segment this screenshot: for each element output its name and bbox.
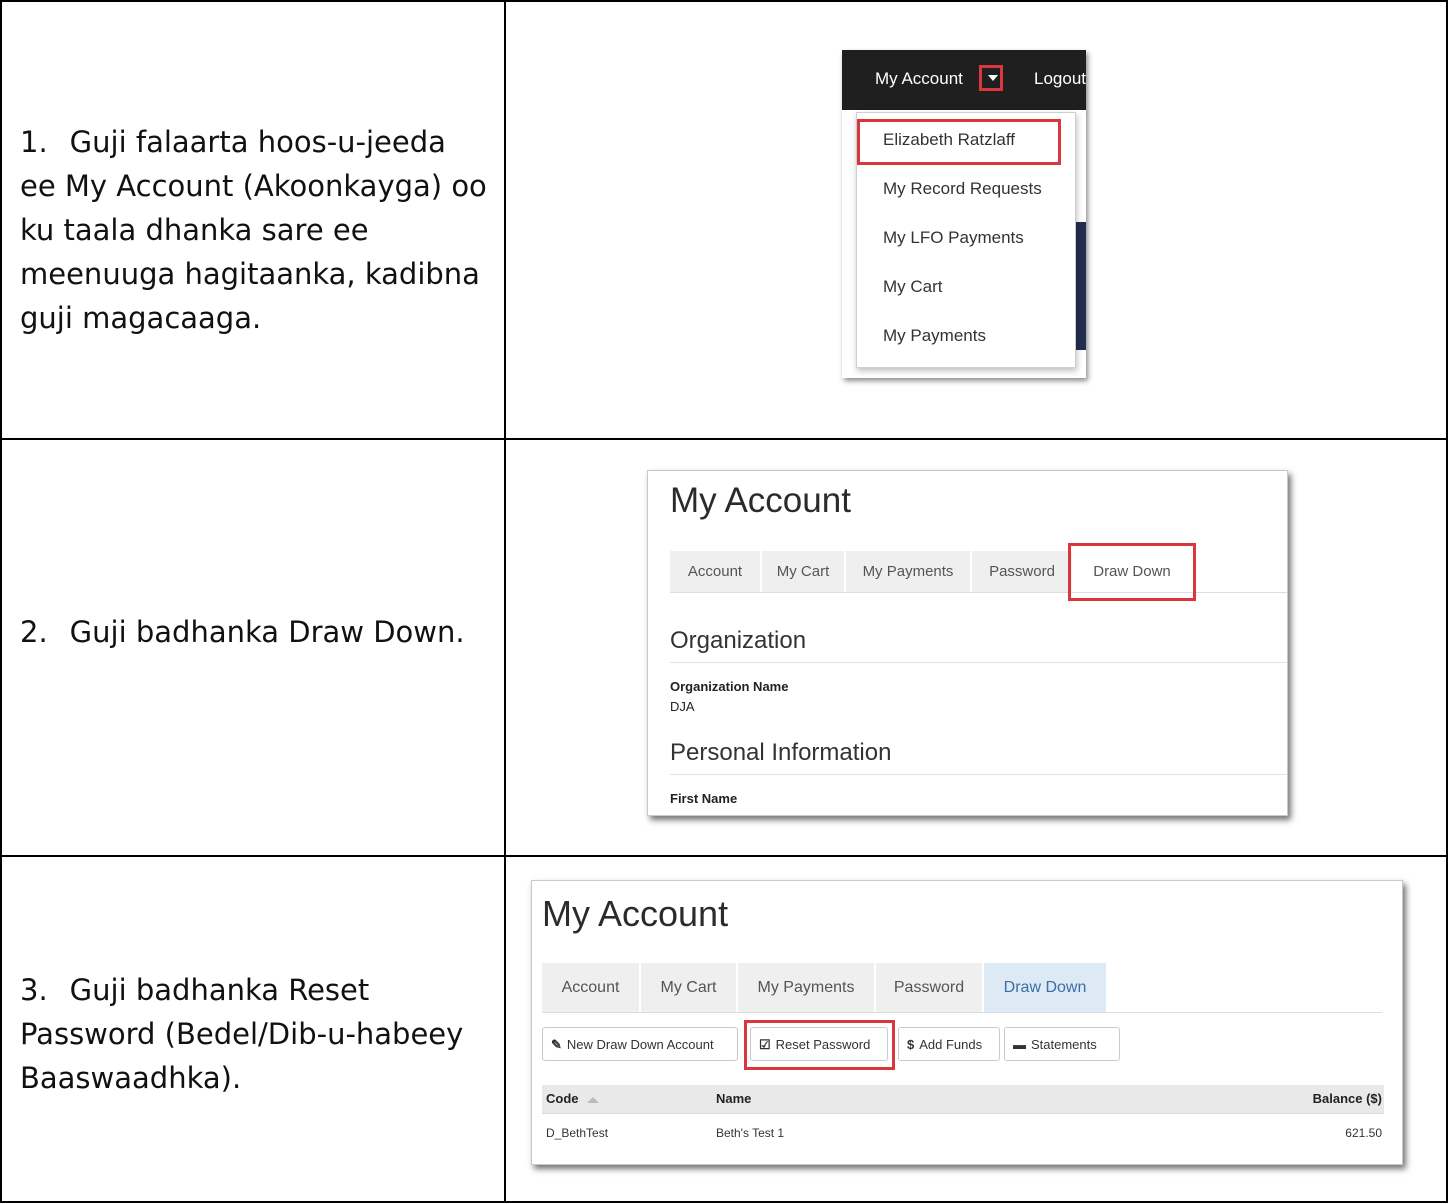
tab-draw-down[interactable]: Draw Down — [984, 963, 1106, 1013]
tab-password[interactable]: Password — [876, 963, 982, 1013]
menu-item-record-requests[interactable]: My Record Requests — [883, 179, 1042, 199]
menu-item-my-payments[interactable]: My Payments — [883, 326, 986, 346]
step-description: Guji badhanka Draw Down. — [69, 615, 465, 649]
row-divider-1 — [0, 438, 1448, 440]
step-number: 2. — [20, 615, 48, 649]
statements-button[interactable]: ▬ Statements — [1004, 1027, 1120, 1061]
tab-my-payments[interactable]: My Payments — [846, 551, 970, 593]
table-border-left — [0, 0, 2, 1203]
org-name-label: Organization Name — [670, 679, 789, 694]
section-heading-organization: Organization — [670, 627, 807, 654]
step-2-text: 2. Guji badhanka Draw Down. — [20, 610, 490, 654]
page-title: My Account — [542, 893, 729, 934]
menu-item-my-cart[interactable]: My Cart — [883, 277, 943, 297]
tab-account[interactable]: Account — [542, 963, 639, 1013]
sort-ascending-icon — [586, 1096, 599, 1103]
tab-my-cart[interactable]: My Cart — [762, 551, 844, 593]
step-1-text: 1. Guji falaarta hoos-u-jeeda ee My Accou… — [20, 120, 490, 340]
button-label: Add Funds — [919, 1037, 983, 1052]
org-name-value: DJA — [670, 699, 695, 714]
row-divider-2 — [0, 855, 1448, 857]
table-border-top — [0, 0, 1448, 2]
button-label: New Draw Down Account — [566, 1037, 714, 1052]
row-code: D_BethTest — [546, 1126, 609, 1140]
account-dropdown-screenshot: My Account Logout Elizabeth Ratzlaff My … — [842, 50, 1086, 378]
column-header-balance[interactable]: Balance ($) — [1313, 1091, 1382, 1106]
tab-password[interactable]: Password — [972, 551, 1072, 593]
tab-baseline — [542, 1012, 1382, 1013]
table-header: Code Name Balance ($) — [542, 1085, 1384, 1113]
tab-my-payments[interactable]: My Payments — [738, 963, 874, 1013]
step-number: 3. — [20, 973, 48, 1007]
section-divider — [670, 662, 1287, 663]
logout-link[interactable]: Logout — [1034, 69, 1086, 89]
caret-down-icon — [988, 75, 998, 81]
pencil-icon: ✎ — [551, 1037, 562, 1052]
account-dropdown-menu: Elizabeth Ratzlaff My Record Requests My… — [856, 112, 1076, 368]
page-title: My Account — [670, 481, 851, 520]
column-header-name[interactable]: Name — [716, 1091, 751, 1106]
menu-item-user-name[interactable]: Elizabeth Ratzlaff — [883, 130, 1015, 150]
folder-icon: ▬ — [1013, 1037, 1026, 1052]
my-account-tabs-screenshot: My Account Account My Cart My Payments P… — [647, 470, 1288, 816]
add-funds-button[interactable]: $ Add Funds — [898, 1027, 1000, 1061]
button-label: Statements — [1031, 1037, 1097, 1052]
section-heading-personal-info: Personal Information — [670, 739, 892, 766]
tab-account[interactable]: Account — [670, 551, 760, 593]
menu-item-lfo-payments[interactable]: My LFO Payments — [883, 228, 1024, 248]
step-3-text: 3. Guji badhanka Reset Password (Bedel/Di… — [20, 968, 490, 1100]
section-divider — [670, 774, 1287, 775]
column-divider — [504, 0, 506, 1203]
new-draw-down-account-button[interactable]: ✎ New Draw Down Account — [542, 1027, 738, 1061]
tab-my-cart[interactable]: My Cart — [641, 963, 736, 1013]
row-balance: 621.50 — [1345, 1126, 1382, 1140]
table-row-divider — [542, 1113, 1384, 1114]
draw-down-screenshot: My Account Account My Cart My Payments P… — [531, 880, 1403, 1165]
step-description: Guji badhanka Reset Password (Bedel/Dib-… — [20, 973, 464, 1095]
step-number: 1. — [20, 125, 48, 159]
table-border-right — [1446, 0, 1448, 1203]
reset-password-highlight — [744, 1020, 895, 1070]
row-name: Beth's Test 1 — [716, 1126, 785, 1140]
dollar-icon: $ — [907, 1037, 915, 1052]
first-name-label: First Name — [670, 791, 738, 806]
my-account-nav-link[interactable]: My Account — [875, 69, 963, 89]
dropdown-toggle-highlight[interactable] — [979, 65, 1003, 91]
step-description: Guji falaarta hoos-u-jeeda ee My Account… — [20, 125, 487, 335]
draw-down-highlight — [1068, 543, 1196, 601]
column-header-code[interactable]: Code — [546, 1091, 599, 1106]
